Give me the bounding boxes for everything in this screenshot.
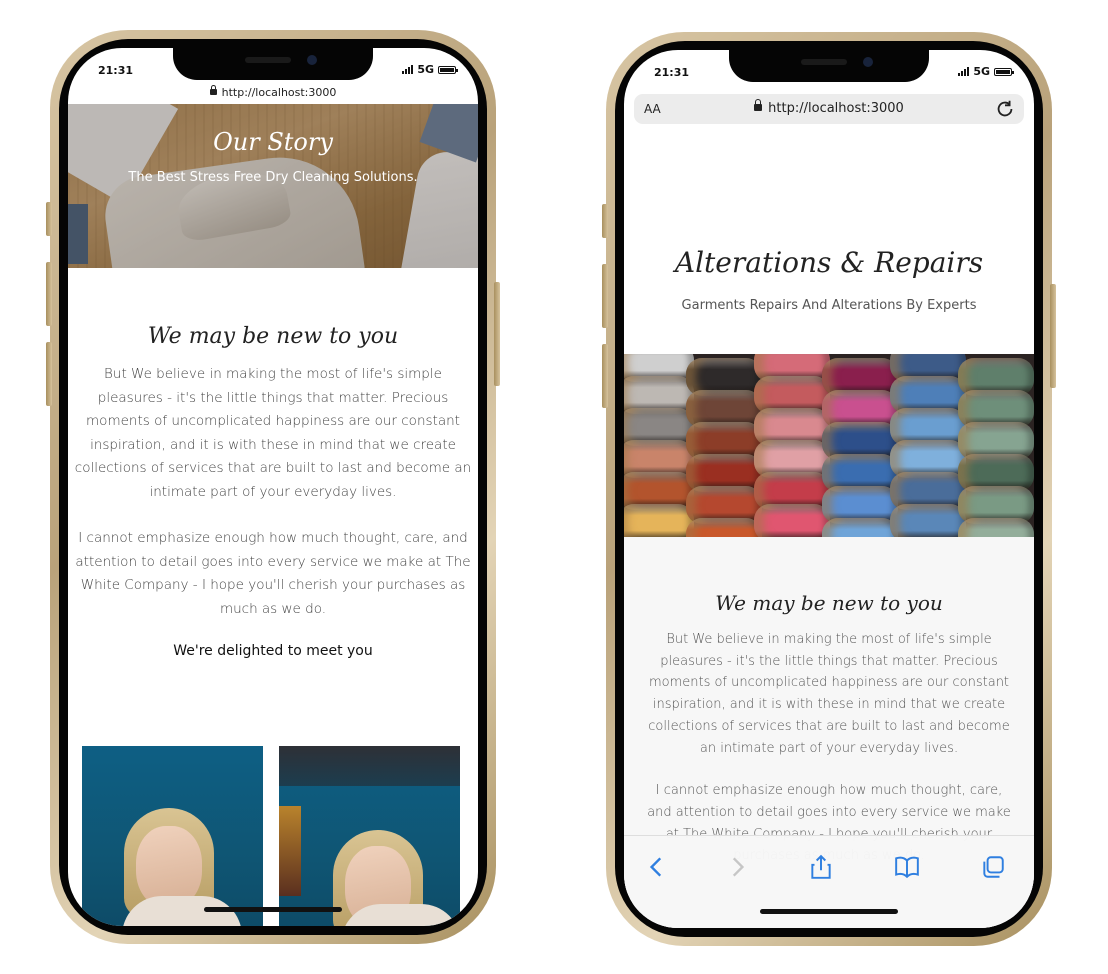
- right-phone-screen: 21:31 5G AA http://localhost:3000 Altera…: [624, 50, 1034, 928]
- thread-spool: [822, 518, 898, 537]
- right-phone: 21:31 5G AA http://localhost:3000 Altera…: [602, 32, 1056, 946]
- page-subtitle: Garments Repairs And Alterations By Expe…: [681, 298, 977, 313]
- left-phone-screen: 21:31 5G http://localhost:3000 Our Story…: [68, 48, 478, 926]
- hero-banner: Our Story The Best Stress Free Dry Clean…: [68, 104, 478, 268]
- network-label: 5G: [973, 65, 990, 78]
- lock-icon: [754, 99, 763, 111]
- back-icon[interactable]: [644, 854, 670, 880]
- battery-icon: [438, 65, 458, 74]
- lock-icon: [209, 85, 217, 95]
- forward-icon[interactable]: [724, 854, 750, 880]
- portrait-photo-1: [82, 746, 263, 926]
- status-time: 21:31: [654, 66, 690, 79]
- thread-spools-image: [624, 354, 1034, 537]
- signal-icon: [958, 67, 970, 76]
- closing-line: We're delighted to meet you: [173, 643, 373, 659]
- phone-notch: [729, 50, 929, 82]
- left-phone: 21:31 5G http://localhost:3000 Our Story…: [46, 30, 500, 944]
- signal-icon: [402, 65, 414, 74]
- tabs-icon[interactable]: [980, 854, 1006, 880]
- safari-toolbar: [624, 835, 1034, 928]
- hero-title: Our Story: [213, 128, 333, 156]
- paragraph-one: But We believe in making the most of lif…: [74, 366, 472, 500]
- portrait-photo-2: [279, 746, 460, 926]
- hero-subtitle: The Best Stress Free Dry Cleaning Soluti…: [128, 170, 418, 185]
- paragraph-two: I cannot emphasize enough how much thoug…: [75, 530, 471, 617]
- section-heading: We may be new to you: [715, 591, 943, 615]
- address-bar[interactable]: AA http://localhost:3000: [634, 94, 1024, 124]
- battery-icon: [994, 67, 1014, 76]
- home-indicator[interactable]: [204, 907, 342, 912]
- status-time: 21:31: [98, 64, 134, 77]
- share-icon[interactable]: [808, 854, 834, 880]
- thread-spool: [958, 518, 1034, 537]
- thread-spool: [686, 518, 762, 537]
- page-title: Alterations & Repairs: [674, 246, 984, 279]
- story-section: We may be new to you But We believe in m…: [68, 268, 478, 659]
- paragraph-one: But We believe in making the most of lif…: [648, 632, 1010, 756]
- section-heading: We may be new to you: [147, 324, 399, 349]
- thread-spool: [754, 504, 830, 537]
- phone-notch: [173, 48, 373, 80]
- home-indicator[interactable]: [760, 909, 898, 914]
- thread-spool: [624, 504, 694, 537]
- url-text: http://localhost:3000: [768, 101, 904, 116]
- network-label: 5G: [417, 63, 434, 76]
- thread-spool: [890, 504, 966, 537]
- bookmarks-icon[interactable]: [894, 854, 920, 880]
- reload-icon[interactable]: [994, 98, 1016, 120]
